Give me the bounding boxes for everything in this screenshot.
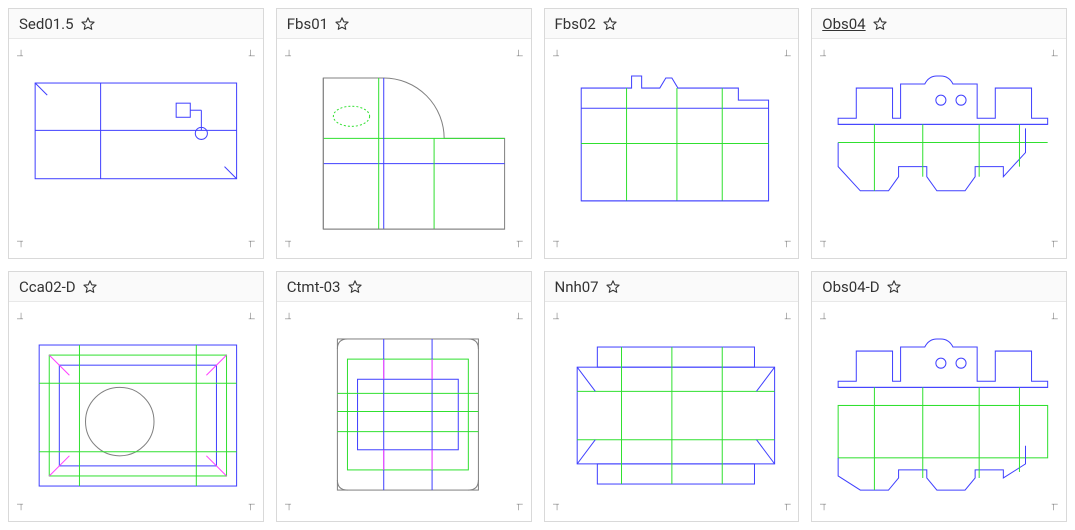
card-header: Nnh07 — [545, 272, 799, 302]
template-card[interactable]: Obs04-D — [811, 271, 1067, 522]
template-thumbnail[interactable] — [277, 302, 531, 521]
dieline-drawing — [818, 45, 1060, 252]
template-thumbnail[interactable] — [545, 39, 799, 258]
dieline-drawing — [283, 308, 525, 515]
card-header: Sed01.5 — [9, 9, 263, 39]
star-icon[interactable] — [872, 16, 888, 32]
dieline-drawing — [818, 308, 1060, 515]
card-title: Cca02-D — [19, 278, 76, 296]
card-title: Nnh07 — [555, 278, 599, 296]
star-icon[interactable] — [334, 16, 350, 32]
card-header: Fbs01 — [277, 9, 531, 39]
dieline-drawing — [15, 308, 257, 515]
template-card[interactable]: Cca02-D — [8, 271, 264, 522]
star-icon[interactable] — [886, 279, 902, 295]
template-card[interactable]: Fbs02 — [544, 8, 800, 259]
star-icon[interactable] — [602, 16, 618, 32]
card-title: Ctmt-03 — [287, 278, 341, 296]
card-header: Ctmt-03 — [277, 272, 531, 302]
template-thumbnail[interactable] — [9, 39, 263, 258]
dieline-drawing — [551, 308, 793, 515]
template-card[interactable]: Nnh07 — [544, 271, 800, 522]
template-thumbnail[interactable] — [545, 302, 799, 521]
card-header: Cca02-D — [9, 272, 263, 302]
star-icon[interactable] — [347, 279, 363, 295]
template-card[interactable]: Ctmt-03 — [276, 271, 532, 522]
template-thumbnail[interactable] — [277, 39, 531, 258]
dieline-drawing — [283, 45, 525, 252]
star-icon[interactable] — [82, 279, 98, 295]
star-icon[interactable] — [80, 16, 96, 32]
card-header: Obs04 — [812, 9, 1066, 39]
card-title: Fbs02 — [555, 15, 596, 33]
dieline-drawing — [551, 45, 793, 252]
template-thumbnail[interactable] — [812, 302, 1066, 521]
template-card[interactable]: Obs04 — [811, 8, 1067, 259]
card-title[interactable]: Obs04 — [822, 15, 865, 33]
card-title: Obs04-D — [822, 278, 879, 296]
template-thumbnail[interactable] — [9, 302, 263, 521]
card-header: Fbs02 — [545, 9, 799, 39]
template-thumbnail[interactable] — [812, 39, 1066, 258]
card-header: Obs04-D — [812, 272, 1066, 302]
card-title: Fbs01 — [287, 15, 328, 33]
template-grid: Sed01.5 Fbs01 Fbs02 Obs04 — [8, 8, 1067, 522]
template-card[interactable]: Sed01.5 — [8, 8, 264, 259]
star-icon[interactable] — [605, 279, 621, 295]
dieline-drawing — [15, 45, 257, 252]
template-card[interactable]: Fbs01 — [276, 8, 532, 259]
card-title: Sed01.5 — [19, 15, 74, 33]
